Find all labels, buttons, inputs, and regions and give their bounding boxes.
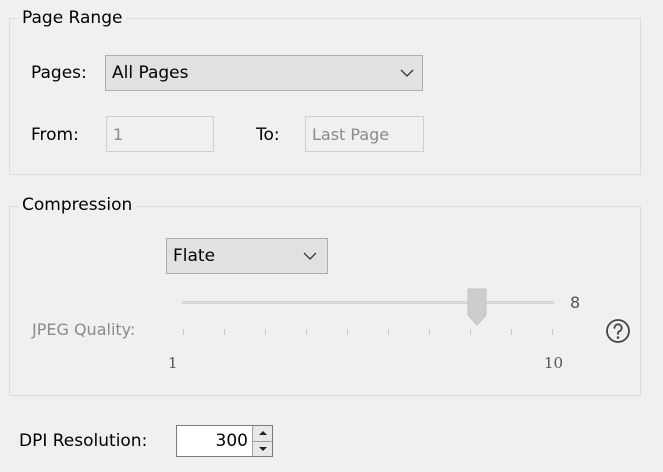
spin-down-button[interactable] xyxy=(253,440,272,456)
page-range-title: Page Range xyxy=(18,8,127,28)
dpi-label: DPI Resolution: xyxy=(19,431,148,451)
jpeg-quality-label: JPEG Quality: xyxy=(32,320,136,339)
slider-tick xyxy=(183,329,184,335)
pages-dropdown[interactable]: All Pages xyxy=(105,55,423,91)
slider-tick xyxy=(224,329,225,335)
dpi-spin-buttons xyxy=(252,426,272,456)
slider-track xyxy=(182,301,554,304)
slider-max-label: 10 xyxy=(544,354,564,372)
spin-up-button[interactable] xyxy=(253,426,272,441)
triangle-up-icon xyxy=(258,431,267,436)
slider-tick xyxy=(265,329,266,335)
pages-dropdown-value: All Pages xyxy=(112,63,189,83)
dpi-spinbox[interactable]: 300 xyxy=(176,425,273,457)
slider-tick xyxy=(347,329,348,335)
slider-tick xyxy=(511,329,512,335)
slider-tick xyxy=(306,329,307,335)
chevron-down-icon xyxy=(396,56,418,90)
chevron-down-icon xyxy=(299,239,321,273)
slider-tick xyxy=(429,329,430,335)
from-field[interactable]: 1 xyxy=(106,116,214,152)
triangle-down-icon xyxy=(258,446,267,451)
slider-thumb[interactable] xyxy=(467,288,487,333)
compression-dropdown[interactable]: Flate xyxy=(166,238,328,274)
slider-min-label: 1 xyxy=(168,354,178,372)
to-field[interactable]: Last Page xyxy=(305,116,424,152)
dpi-value[interactable]: 300 xyxy=(177,431,252,451)
slider-value: 8 xyxy=(570,293,581,312)
slider-tick xyxy=(388,329,389,335)
compression-title: Compression xyxy=(18,195,137,215)
slider-tick xyxy=(470,329,471,335)
slider-tick xyxy=(552,329,553,335)
from-label: From: xyxy=(31,125,79,145)
question-circle-icon[interactable] xyxy=(605,318,631,344)
jpeg-quality-slider[interactable] xyxy=(180,286,560,336)
compression-dropdown-value: Flate xyxy=(173,246,216,266)
to-label: To: xyxy=(256,125,280,145)
pages-label: Pages: xyxy=(31,63,87,83)
